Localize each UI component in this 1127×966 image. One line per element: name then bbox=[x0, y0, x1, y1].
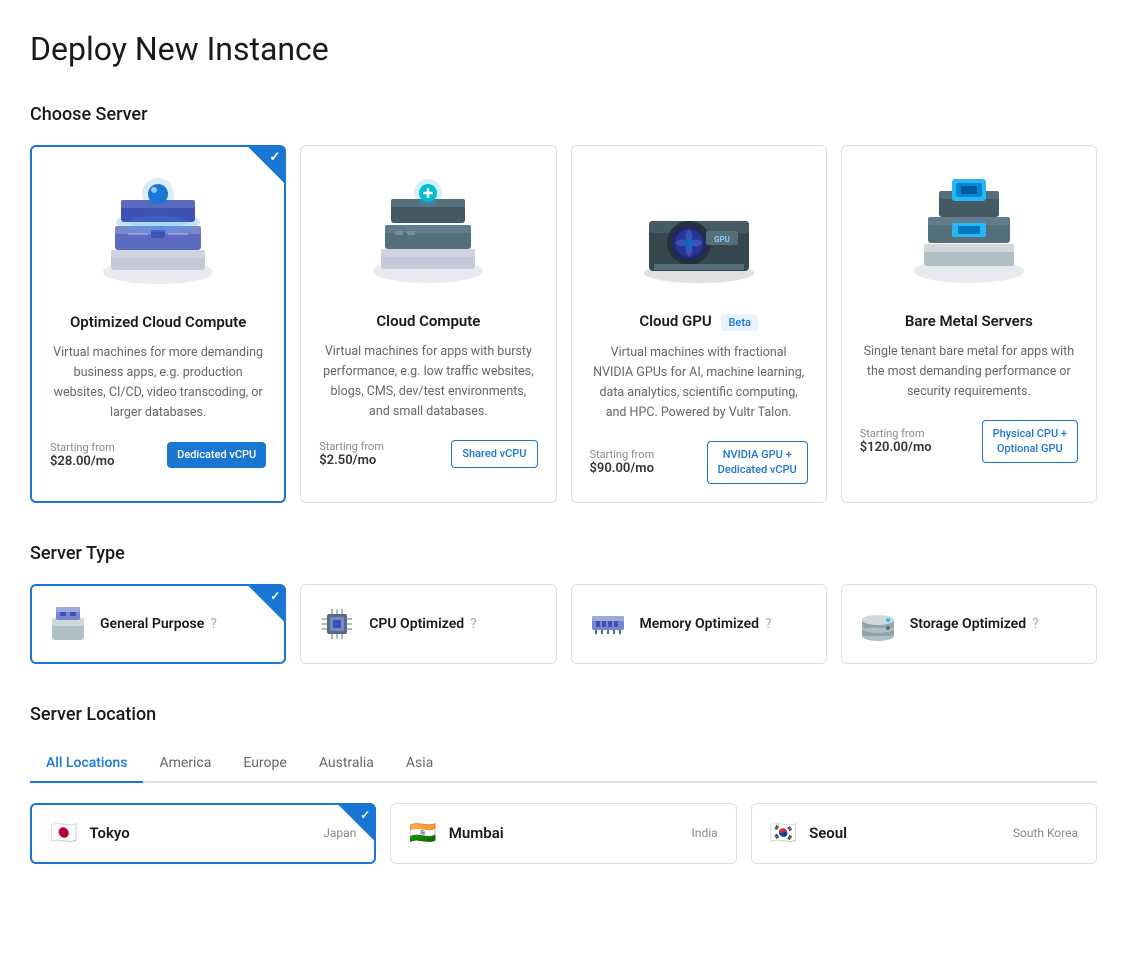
type-card-memory[interactable]: Memory Optimized ? bbox=[571, 584, 827, 664]
type-help-memory[interactable]: ? bbox=[765, 616, 772, 632]
cpu-badge-bare: Physical CPU +Optional GPU bbox=[982, 420, 1078, 463]
type-name-storage: Storage Optimized bbox=[910, 616, 1026, 632]
card-desc-optimized: Virtual machines for more demanding busi… bbox=[50, 343, 266, 423]
server-location-title: Server Location bbox=[30, 704, 1097, 725]
card-image-cloud bbox=[319, 166, 537, 296]
price-info-cloud: Starting from $2.50/mo bbox=[319, 440, 384, 468]
card-desc-bare: Single tenant bare metal for apps with t… bbox=[860, 342, 1078, 402]
tab-all-locations[interactable]: All Locations bbox=[30, 745, 143, 783]
general-icon bbox=[48, 604, 88, 644]
location-cards-grid: 🇯🇵 Tokyo Japan 🇮🇳 Mumbai India 🇰🇷 Seoul … bbox=[30, 803, 1097, 864]
card-desc-gpu: Virtual machines with fractional NVIDIA … bbox=[590, 343, 808, 423]
memory-icon bbox=[588, 604, 628, 644]
type-card-cpu[interactable]: CPU Optimized ? bbox=[300, 584, 556, 664]
price-info-optimized: Starting from $28.00/mo bbox=[50, 441, 115, 469]
cpu-badge-gpu: NVIDIA GPU +Dedicated vCPU bbox=[707, 441, 808, 484]
server-card-bare-metal[interactable]: Bare Metal Servers Single tenant bare me… bbox=[841, 145, 1097, 503]
card-desc-cloud: Virtual machines for apps with bursty pe… bbox=[319, 342, 537, 422]
flag-mumbai: 🇮🇳 bbox=[409, 821, 436, 846]
card-footer-gpu: Starting from $90.00/mo NVIDIA GPU +Dedi… bbox=[590, 441, 808, 484]
card-image-gpu: GPU bbox=[590, 166, 808, 296]
price-info-gpu: Starting from $90.00/mo bbox=[590, 448, 655, 476]
card-title-bare: Bare Metal Servers bbox=[860, 312, 1078, 330]
price-value-gpu: $90.00/mo bbox=[590, 461, 655, 476]
type-card-storage[interactable]: Storage Optimized ? bbox=[841, 584, 1097, 664]
cpu-icon bbox=[317, 604, 357, 644]
server-card-cloud-compute[interactable]: Cloud Compute Virtual machines for apps … bbox=[300, 145, 556, 503]
svg-text:GPU: GPU bbox=[714, 235, 730, 244]
type-name-cpu: CPU Optimized bbox=[369, 616, 464, 632]
type-checkmark-general bbox=[248, 586, 284, 622]
tab-europe[interactable]: Europe bbox=[227, 745, 302, 783]
type-name-memory: Memory Optimized bbox=[640, 616, 760, 632]
page-title: Deploy New Instance bbox=[30, 30, 1097, 68]
location-country-mumbai: India bbox=[692, 826, 718, 840]
tab-asia[interactable]: Asia bbox=[390, 745, 449, 783]
type-name-general: General Purpose bbox=[100, 616, 204, 632]
cpu-badge-cloud: Shared vCPU bbox=[451, 440, 537, 467]
server-cards-grid: Optimized Cloud Compute Virtual machines… bbox=[30, 145, 1097, 503]
card-image-bare bbox=[860, 166, 1078, 296]
starting-from-label: Starting from bbox=[50, 441, 115, 454]
server-card-cloud-gpu[interactable]: GPU Cloud GPU Beta Virtual machines with… bbox=[571, 145, 827, 503]
type-card-general[interactable]: General Purpose ? bbox=[30, 584, 286, 664]
location-name-mumbai: Mumbai bbox=[449, 824, 504, 842]
flag-tokyo: 🇯🇵 bbox=[50, 821, 77, 846]
card-title-gpu: Cloud GPU Beta bbox=[590, 312, 808, 331]
type-info-memory: Memory Optimized ? bbox=[640, 616, 772, 632]
starting-from-label-bare: Starting from bbox=[860, 427, 932, 440]
type-help-general[interactable]: ? bbox=[210, 616, 217, 632]
storage-icon bbox=[858, 604, 898, 644]
card-footer-cloud: Starting from $2.50/mo Shared vCPU bbox=[319, 440, 537, 468]
location-card-mumbai[interactable]: 🇮🇳 Mumbai India bbox=[390, 803, 736, 864]
cpu-badge-optimized: Dedicated vCPU bbox=[167, 442, 266, 467]
location-name-tokyo: Tokyo bbox=[89, 824, 129, 842]
choose-server-title: Choose Server bbox=[30, 104, 1097, 125]
card-footer-bare: Starting from $120.00/mo Physical CPU +O… bbox=[860, 420, 1078, 463]
location-card-seoul[interactable]: 🇰🇷 Seoul South Korea bbox=[751, 803, 1097, 864]
price-value-bare: $120.00/mo bbox=[860, 440, 932, 455]
location-country-tokyo: Japan bbox=[323, 826, 356, 840]
server-types-grid: General Purpose ? bbox=[30, 584, 1097, 664]
beta-badge: Beta bbox=[721, 314, 757, 331]
price-info-bare: Starting from $120.00/mo bbox=[860, 427, 932, 455]
type-info-general: General Purpose ? bbox=[100, 616, 217, 632]
card-title-optimized: Optimized Cloud Compute bbox=[50, 313, 266, 331]
flag-seoul: 🇰🇷 bbox=[770, 821, 797, 846]
server-type-title: Server Type bbox=[30, 543, 1097, 564]
location-name-seoul: Seoul bbox=[809, 824, 847, 842]
tab-australia[interactable]: Australia bbox=[303, 745, 390, 783]
card-image-optimized bbox=[50, 167, 266, 297]
type-info-storage: Storage Optimized ? bbox=[910, 616, 1039, 632]
type-help-cpu[interactable]: ? bbox=[470, 616, 477, 632]
location-card-tokyo[interactable]: 🇯🇵 Tokyo Japan bbox=[30, 803, 376, 864]
starting-from-label-cloud: Starting from bbox=[319, 440, 384, 453]
card-title-cloud: Cloud Compute bbox=[319, 312, 537, 330]
price-value: $28.00/mo bbox=[50, 454, 115, 469]
card-footer-optimized: Starting from $28.00/mo Dedicated vCPU bbox=[50, 441, 266, 469]
server-card-optimized-cloud[interactable]: Optimized Cloud Compute Virtual machines… bbox=[30, 145, 286, 503]
location-country-seoul: South Korea bbox=[1013, 826, 1078, 840]
starting-from-label-gpu: Starting from bbox=[590, 448, 655, 461]
type-help-storage[interactable]: ? bbox=[1032, 616, 1039, 632]
price-value-cloud: $2.50/mo bbox=[319, 453, 384, 468]
type-info-cpu: CPU Optimized ? bbox=[369, 616, 477, 632]
tab-america[interactable]: America bbox=[143, 745, 227, 783]
location-tabs: All Locations America Europe Australia A… bbox=[30, 745, 1097, 783]
